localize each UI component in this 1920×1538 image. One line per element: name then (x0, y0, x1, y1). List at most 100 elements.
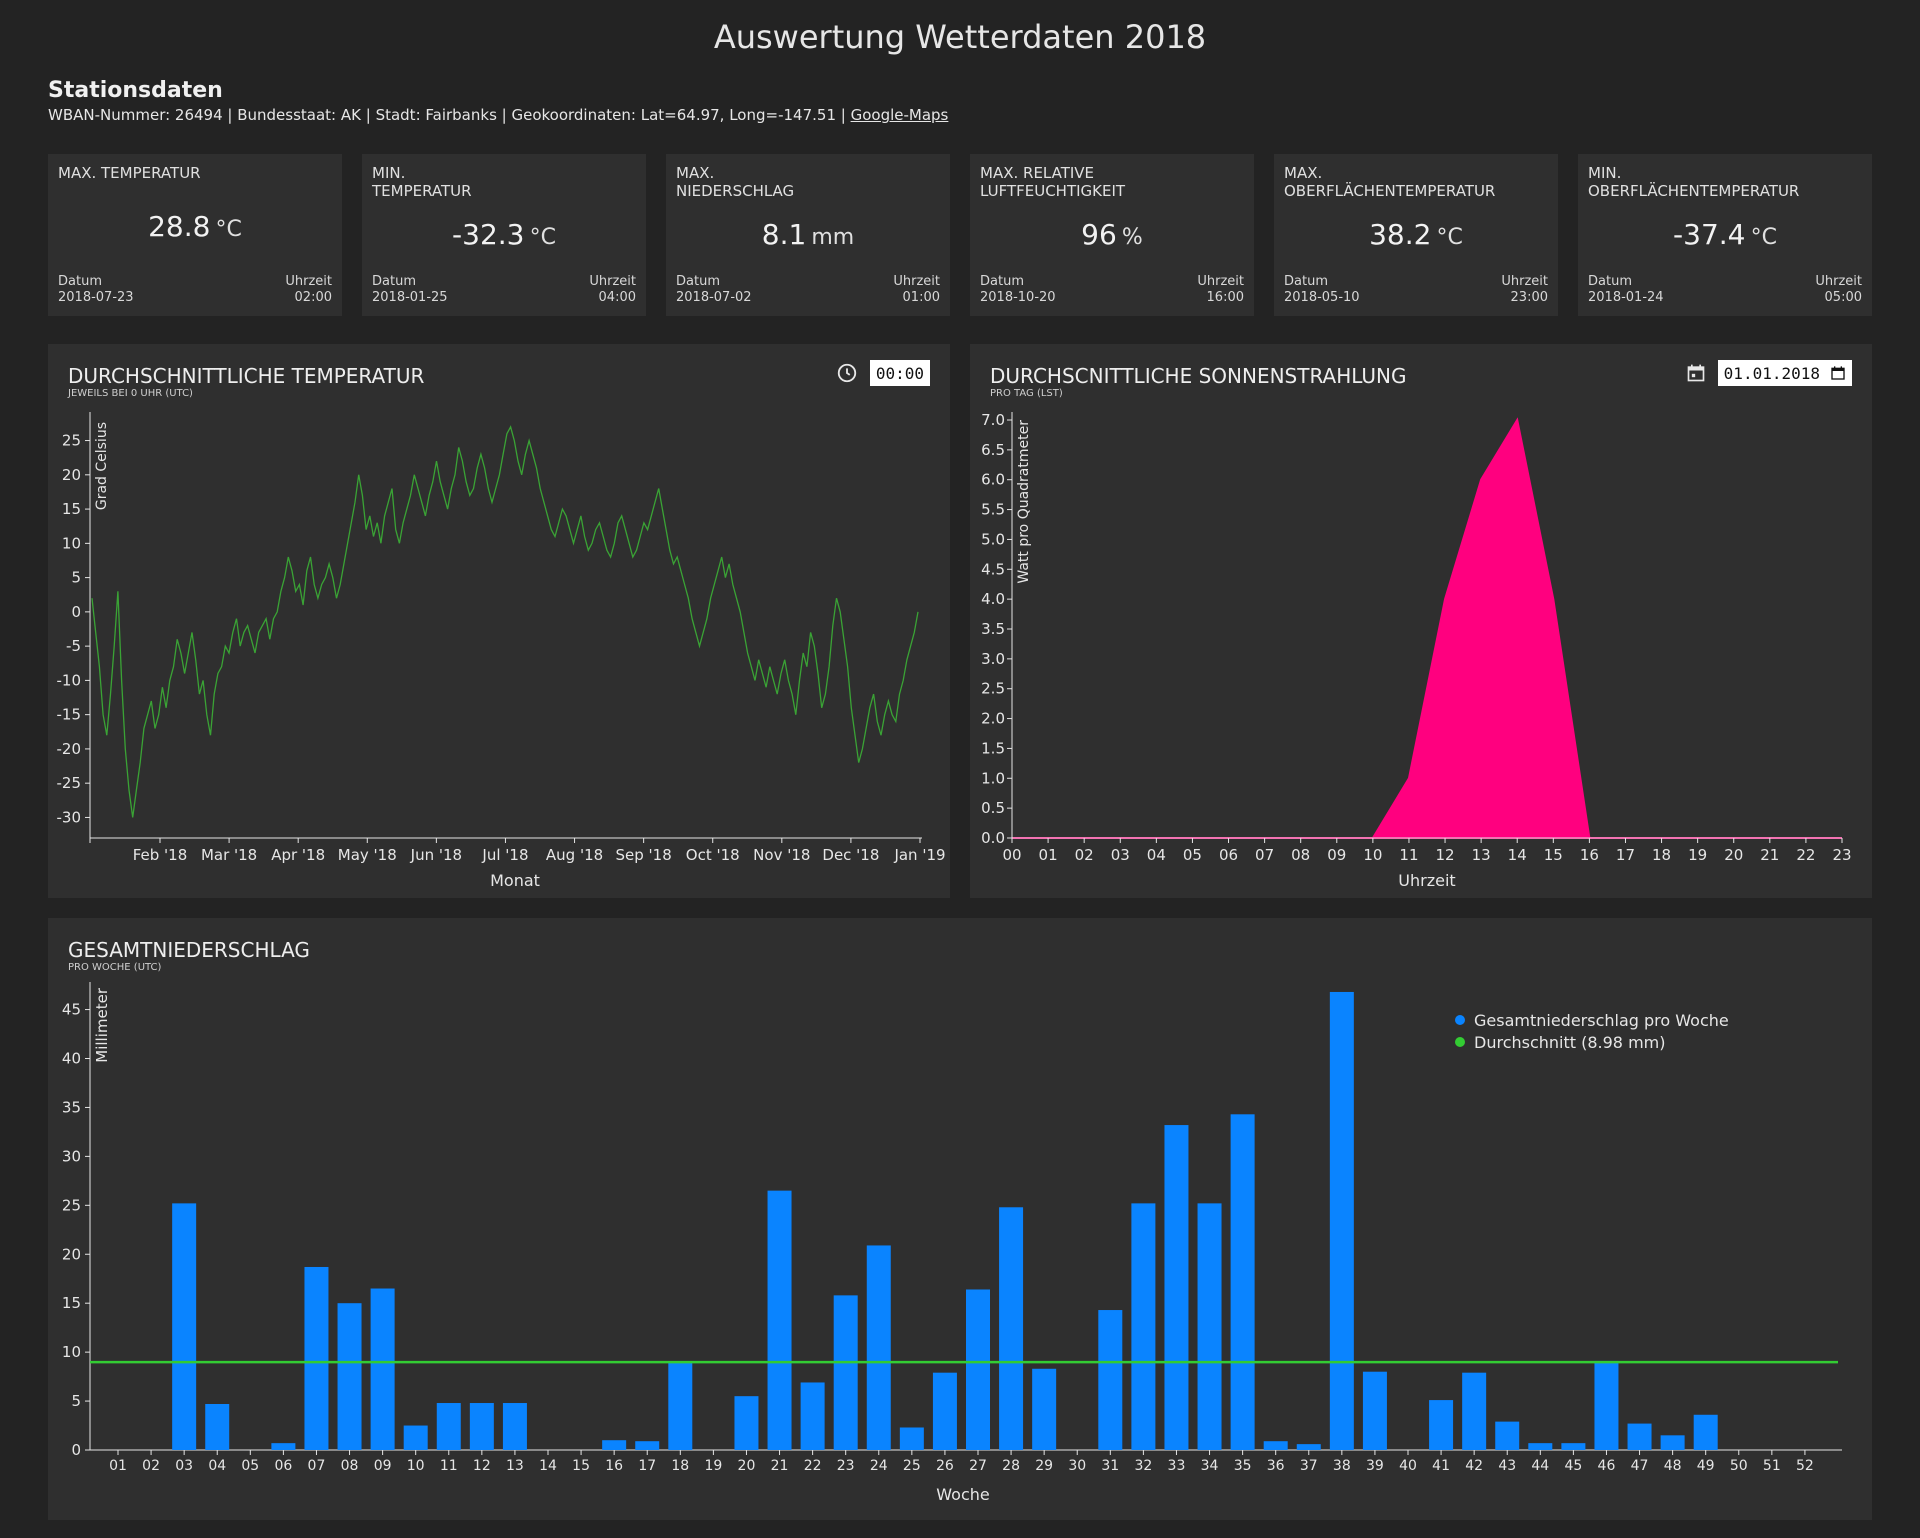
kpi-label: MAX. OBERFLÄCHENTEMPERATUR (1284, 164, 1496, 200)
x-tick-label: Dec '18 (822, 846, 879, 864)
google-maps-link[interactable]: Google-Maps (851, 106, 949, 124)
kpi-date: 2018-01-25 (372, 290, 448, 305)
x-tick-label: 05 (1183, 846, 1202, 864)
x-tick-label: 14 (539, 1458, 557, 1474)
kpi-time-label: Uhrzeit (1197, 274, 1244, 289)
kpi-date-label: Datum (372, 274, 416, 289)
kpi-card-max-humidity: MAX. RELATIVE LUFTFEUCHTIGKEIT 96 % Datu… (970, 154, 1254, 316)
temperature-line (91, 425, 919, 818)
kpi-time: 01:00 (902, 290, 940, 305)
y-tick-label: 5.0 (981, 530, 1005, 548)
y-tick-label: 3.0 (981, 650, 1005, 668)
x-tick-label: 06 (274, 1458, 292, 1474)
x-tick-label: 45 (1564, 1458, 1582, 1474)
y-tick-label: 3.5 (981, 620, 1005, 638)
kpi-time-label: Uhrzeit (893, 274, 940, 289)
y-tick-label: 10 (62, 1343, 81, 1361)
temperature-chart: -30 -25 -20 -15 -10 -5 0 5 10 15 20 25 Feb '18 Mar '1… (57, 412, 946, 890)
precip-bar (370, 1288, 395, 1450)
precip-bar (469, 1403, 494, 1450)
x-tick-label: 18 (1652, 846, 1671, 864)
precip-bar (1098, 1310, 1123, 1450)
x-tick-label: 30 (1068, 1458, 1086, 1474)
kpi-unit: °C (529, 225, 556, 250)
precip-bar (833, 1295, 858, 1450)
x-tick-label: 05 (241, 1458, 259, 1474)
kpi-unit: % (1121, 225, 1143, 250)
y-tick-label: 2.0 (981, 710, 1005, 728)
x-tick-label: 51 (1763, 1458, 1781, 1474)
precip-bar (1263, 1441, 1288, 1450)
precip-bar (866, 1245, 891, 1450)
precip-bar (1594, 1360, 1619, 1450)
y-tick-label: -5 (66, 637, 81, 655)
x-tick-label: 07 (1255, 846, 1274, 864)
precip-bar (668, 1361, 693, 1450)
x-tick-label: 01 (109, 1458, 127, 1474)
kpi-card-max-temp: MAX. TEMPERATUR 28.8 °C Datum 2018-07-23 U… (48, 154, 342, 316)
x-tick-label: 04 (1147, 846, 1166, 864)
kpi-label: MAX. NIEDERSCHLAG (676, 164, 795, 200)
precip-bar (1660, 1435, 1685, 1450)
x-tick-label: Jul '18 (481, 846, 528, 864)
kpi-unit: mm (811, 225, 855, 250)
precip-bar (304, 1266, 329, 1450)
x-tick-label: Nov '18 (753, 846, 810, 864)
x-tick-label: 13 (1472, 846, 1491, 864)
x-axis-label: Monat (490, 871, 540, 890)
precip-bar (436, 1403, 461, 1450)
x-tick-label: May '18 (338, 846, 397, 864)
precip-bar (337, 1303, 362, 1450)
x-tick-label: 20 (738, 1458, 756, 1474)
precipitation-chart: 05101520253035404501 02 03 04 05 06 07 08 09 10 11… (62, 982, 1842, 1504)
y-tick-label: 4.0 (981, 590, 1005, 608)
kpi-value: 8.1 (761, 218, 807, 251)
kpi-value: -37.4 (1673, 218, 1746, 251)
x-tick-label: 43 (1498, 1458, 1516, 1474)
x-tick-label: 33 (1168, 1458, 1186, 1474)
y-tick-label: 4.5 (981, 560, 1005, 578)
x-tick-label: 40 (1399, 1458, 1417, 1474)
x-tick-label: 25 (903, 1458, 921, 1474)
x-tick-label: 23 (1832, 846, 1851, 864)
x-tick-label: 01 (1039, 846, 1058, 864)
sun-panel: DURCHSCNITTLICHE SONNENSTRAHLUNG PRO TAG… (970, 344, 1872, 898)
x-axis-label: Woche (936, 1485, 989, 1504)
x-tick-label: 49 (1697, 1458, 1715, 1474)
kpi-date-label: Datum (676, 274, 720, 289)
kpi-date-label: Datum (1588, 274, 1632, 289)
kpi-card-min-surface-temp: MIN. OBERFLÄCHENTEMPERATUR -37.4 °C Datu… (1578, 154, 1872, 316)
x-tick-label: 02 (1075, 846, 1094, 864)
y-tick-label: -10 (57, 671, 82, 689)
x-tick-label: 38 (1333, 1458, 1351, 1474)
precip-bar (1627, 1423, 1652, 1450)
x-tick-label: Sep '18 (616, 846, 672, 864)
x-tick-label: Feb '18 (133, 846, 188, 864)
precip-bar (734, 1396, 759, 1450)
x-tick-label: 12 (1435, 846, 1454, 864)
kpi-date-label: Datum (980, 274, 1024, 289)
kpi-card-min-temp: MIN. TEMPERATUR -32.3 °C Datum 2018-01-25… (362, 154, 646, 316)
x-tick-label: 08 (1291, 846, 1310, 864)
x-tick-label: 42 (1465, 1458, 1483, 1474)
x-tick-label: 26 (936, 1458, 954, 1474)
x-tick-label: 11 (440, 1458, 458, 1474)
x-tick-label: 19 (1688, 846, 1707, 864)
x-tick-label: 00 (1002, 846, 1021, 864)
kpi-label: MIN. OBERFLÄCHENTEMPERATUR (1588, 164, 1800, 200)
x-tick-label: 23 (837, 1458, 855, 1474)
y-tick-label: 0.0 (981, 829, 1005, 847)
x-tick-label: 17 (1616, 846, 1635, 864)
station-info-text: WBAN-Nummer: 26494 | Bundesstaat: AK | S… (48, 106, 846, 124)
legend-label: Durchschnitt (8.98 mm) (1474, 1033, 1665, 1052)
y-tick-label: 15 (62, 1294, 81, 1312)
x-tick-label: 22 (804, 1458, 822, 1474)
kpi-unit: °C (215, 217, 242, 242)
kpi-time: 23:00 (1510, 290, 1548, 305)
y-tick-label: 6.0 (981, 471, 1005, 489)
y-tick-label: -20 (57, 740, 82, 758)
x-tick-label: Oct '18 (686, 846, 740, 864)
x-tick-label: 52 (1796, 1458, 1814, 1474)
y-tick-label: 0 (71, 1441, 81, 1459)
precip-bar (1561, 1443, 1586, 1450)
